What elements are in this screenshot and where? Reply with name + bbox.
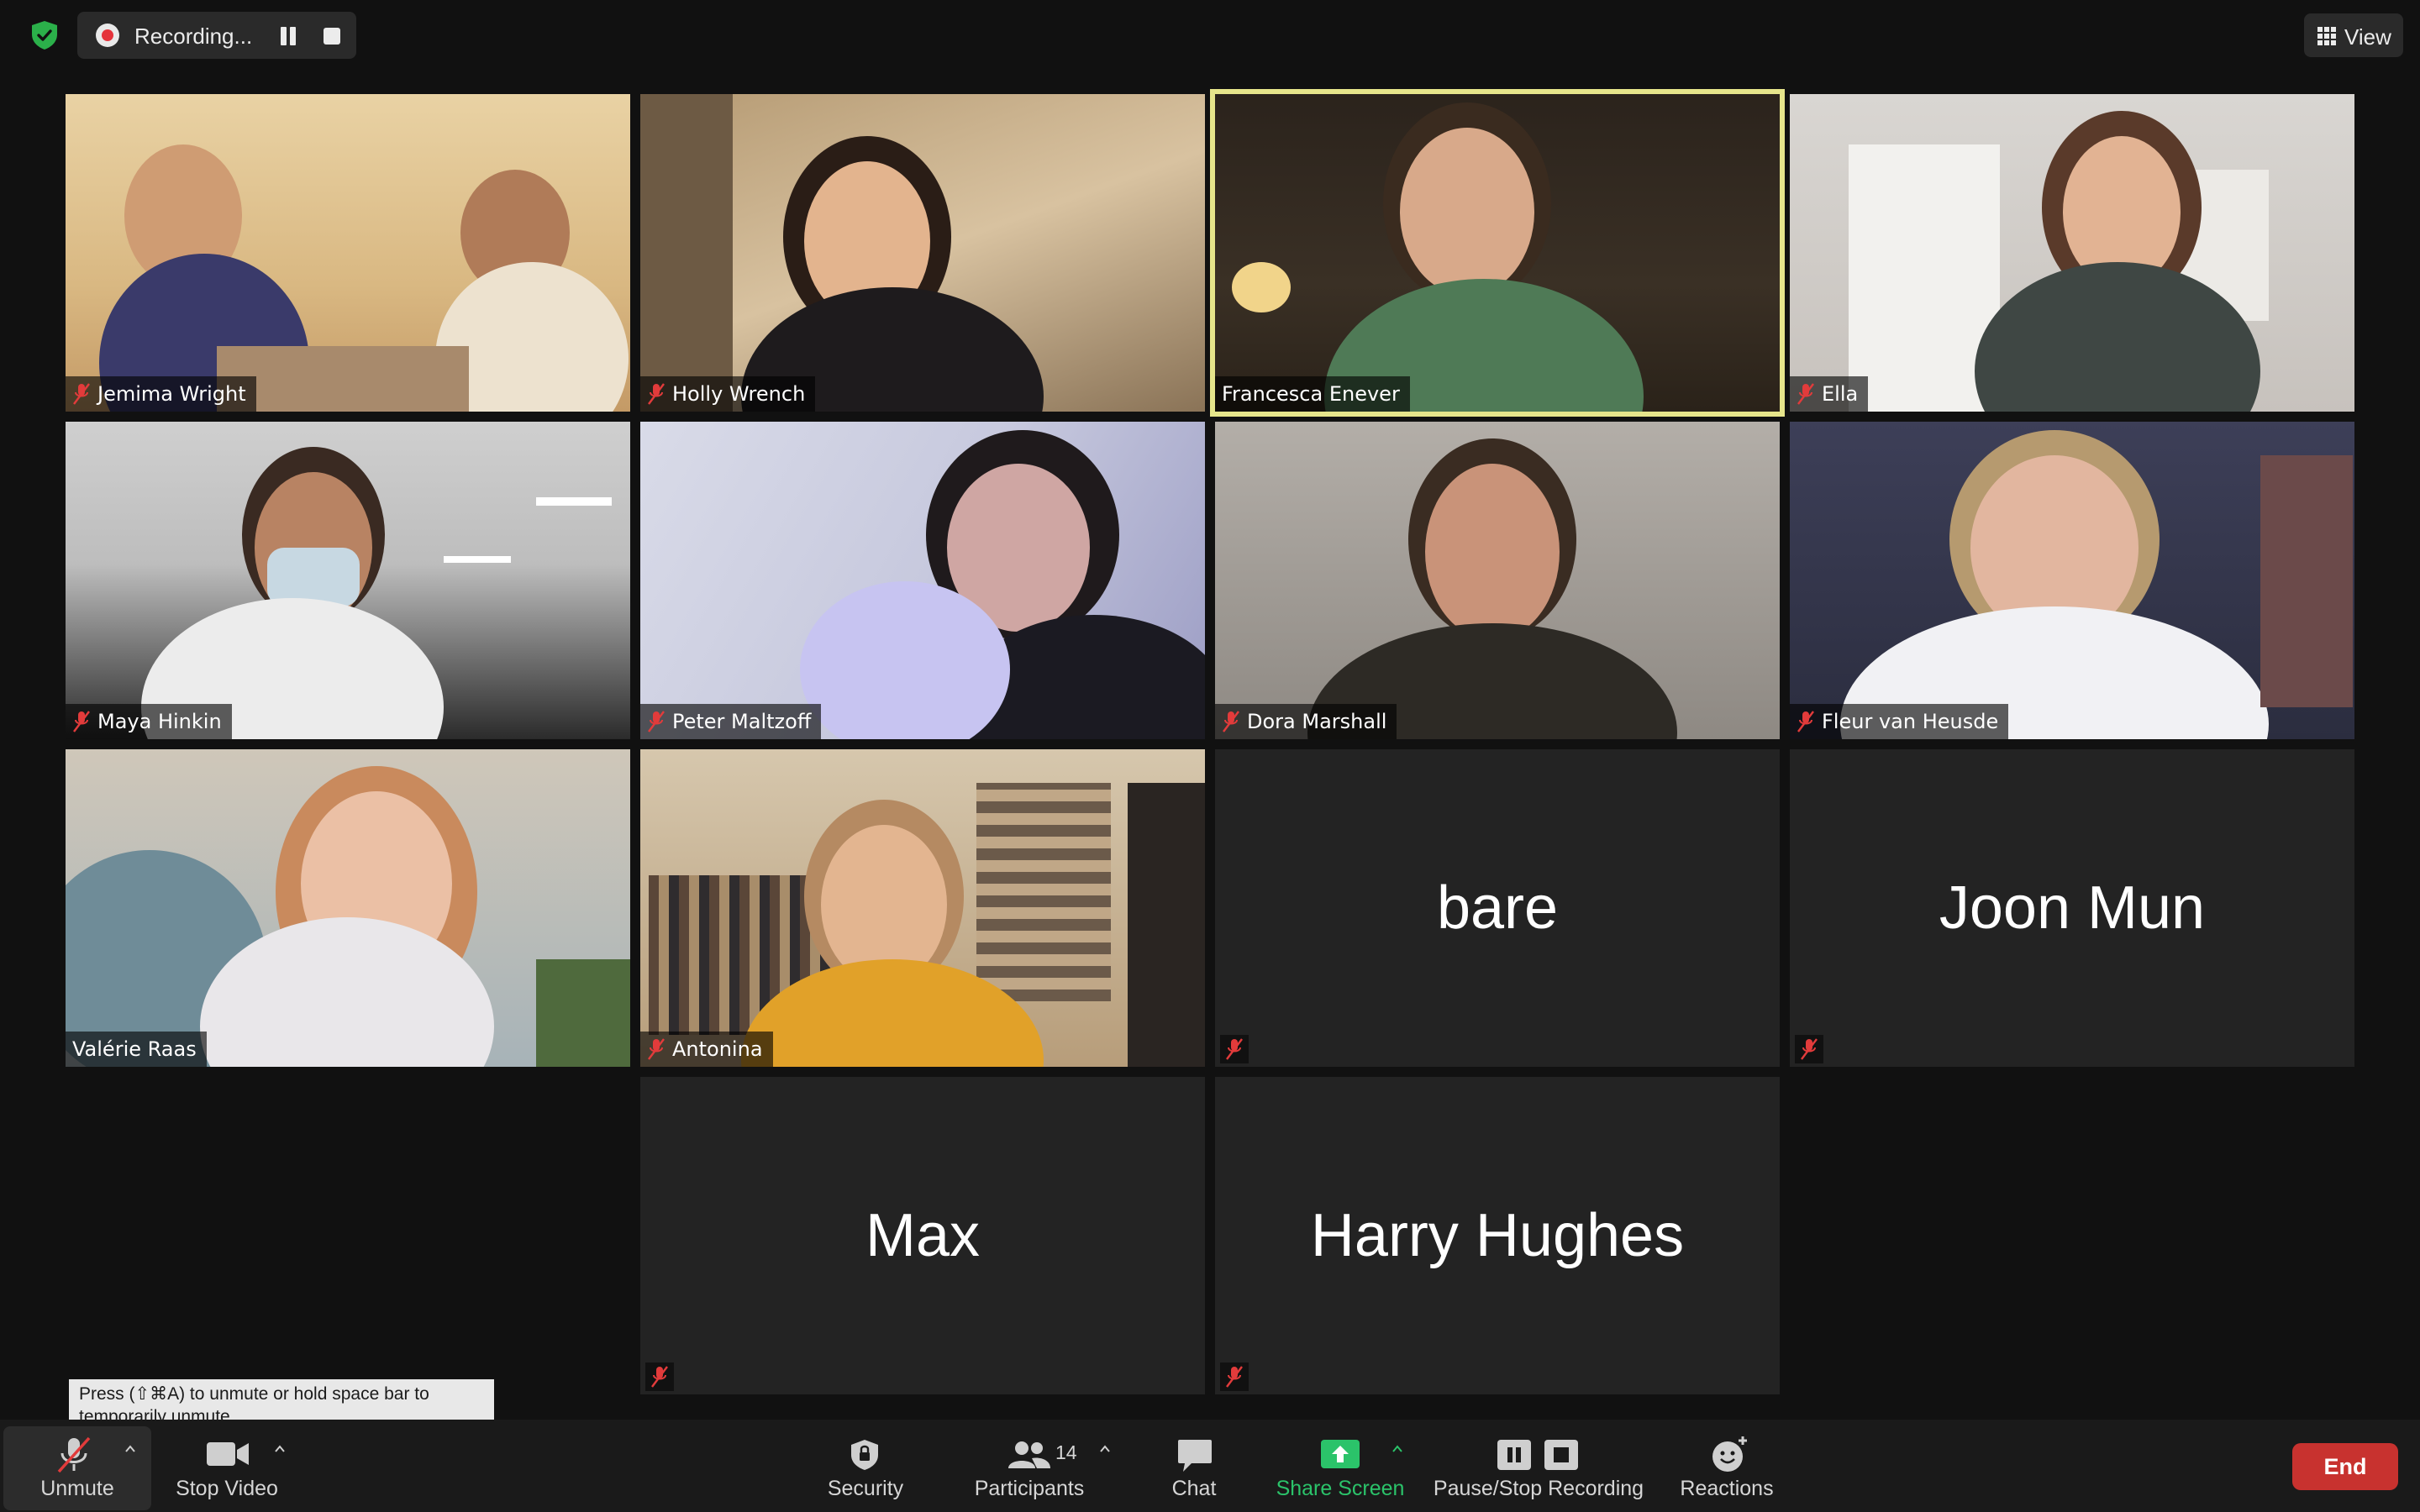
view-button[interactable]: View [2304,13,2403,57]
participant-name: Holly Wrench [672,382,806,406]
view-label: View [2344,24,2391,50]
participant-name: Max [865,1202,981,1269]
participants-icon[interactable] [1007,1440,1052,1470]
security-label: Security [827,1477,904,1500]
participant-tile-no-video[interactable]: Harry Hughes [1215,1077,1780,1394]
pause-stop-recording-icon[interactable] [1496,1438,1581,1472]
participant-video [1790,422,2354,739]
participant-name: Jemima Wright [97,382,246,406]
participant-name-tag: Ella [1790,376,1869,412]
participant-tile[interactable]: Valérie Raas [66,749,630,1067]
pause-recording-button[interactable] [279,27,297,45]
grid-view-icon [2317,27,2336,45]
stop-video-label: Stop Video [176,1477,278,1500]
participant-video [640,749,1205,1067]
participant-tile[interactable]: Jemima Wright [66,94,630,412]
recording-label: Recording... [134,24,253,49]
mic-muted-icon [1226,1366,1243,1388]
participant-tile[interactable]: Peter Maltzoff [640,422,1205,739]
tooltip-line: Press (⇧⌘A) to unmute or hold space bar … [79,1384,429,1404]
participant-tile[interactable]: Antonina [640,749,1205,1067]
participant-name: Peter Maltzoff [672,710,812,733]
mic-muted-icon [73,383,90,405]
participant-video [1215,94,1780,412]
mic-muted-icon [1797,711,1814,732]
participant-name: Valérie Raas [72,1037,197,1061]
audio-options-chevron-icon[interactable] [124,1443,136,1455]
participant-video [66,94,630,412]
mic-off-icon [57,1436,91,1473]
participant-tile-no-video[interactable]: bare [1215,749,1780,1067]
pause-stop-recording-label: Pause/Stop Recording [1433,1477,1644,1500]
security-shield-icon[interactable] [849,1438,881,1472]
participant-tile[interactable]: Fleur van Heusde [1790,422,2354,739]
participants-options-chevron-icon[interactable] [1099,1443,1111,1455]
chat-bubble-icon[interactable] [1176,1438,1213,1473]
participant-video [66,749,630,1067]
mic-muted-icon [1797,383,1814,405]
participant-name-tag: Valérie Raas [66,1032,207,1067]
participant-name: bare [1436,874,1559,942]
chat-label: Chat [1171,1477,1217,1500]
meeting-toolbar: Unmute Stop Video Security 14 Participan… [0,1420,2420,1512]
end-meeting-button[interactable]: End [2292,1443,2398,1490]
participant-name-tag: Fleur van Heusde [1790,704,2009,739]
participant-name-tag: Maya Hinkin [66,704,232,739]
mic-muted-icon [648,711,665,732]
mic-muted-icon [1226,1038,1243,1060]
video-options-chevron-icon[interactable] [274,1443,286,1455]
stop-recording-button[interactable] [324,28,340,45]
mic-muted-icon [1223,711,1239,732]
participant-name-tag: Peter Maltzoff [640,704,822,739]
participant-name-tag: Dora Marshall [1215,704,1397,739]
mic-muted-icon [648,1038,665,1060]
participant-name-tag: Antonina [640,1032,773,1067]
participants-count: 14 [1055,1441,1077,1463]
participant-tile-no-video[interactable]: Joon Mun [1790,749,2354,1067]
participant-name: Harry Hughes [1310,1202,1685,1269]
reactions-emoji-icon[interactable] [1711,1435,1749,1473]
participant-name: Francesca Enever [1222,382,1400,406]
video-camera-icon[interactable] [205,1440,250,1468]
participant-name: Antonina [672,1037,763,1061]
participant-name-tag: Holly Wrench [640,376,816,412]
participant-tile[interactable]: Maya Hinkin [66,422,630,739]
participants-label: Participants [974,1477,1085,1500]
participant-name-tag: Francesca Enever [1215,376,1410,412]
participant-tile[interactable]: Ella [1790,94,2354,412]
participant-tile-active-speaker[interactable]: Francesca Enever [1210,89,1785,417]
participant-name: Fleur van Heusde [1822,710,1999,733]
participant-video [1790,94,2354,412]
mic-muted-icon [648,383,665,405]
participant-name: Ella [1822,382,1859,406]
participant-video [66,422,630,739]
recording-indicator: Recording... [77,12,356,59]
participant-name: Maya Hinkin [97,710,222,733]
participant-name-tag: Jemima Wright [66,376,256,412]
mic-muted-icon [1801,1038,1818,1060]
recording-dot-icon [96,24,119,47]
share-screen-options-chevron-icon[interactable] [1392,1443,1403,1455]
mic-muted-icon [73,711,90,732]
participant-video [640,94,1205,412]
participant-tile[interactable]: Dora Marshall [1215,422,1780,739]
participant-tile[interactable]: Holly Wrench [640,94,1205,412]
reactions-label: Reactions [1680,1477,1774,1500]
share-screen-icon[interactable] [1319,1438,1361,1470]
participant-name: Joon Mun [1939,874,2206,942]
participant-name: Dora Marshall [1247,710,1387,733]
encryption-shield-icon[interactable] [30,20,59,50]
mic-muted-icon [651,1366,668,1388]
participant-tile-no-video[interactable]: Max [640,1077,1205,1394]
participant-video [640,422,1205,739]
unmute-label: Unmute [40,1477,114,1500]
share-screen-label: Share Screen [1276,1477,1405,1500]
participant-video [1215,422,1780,739]
